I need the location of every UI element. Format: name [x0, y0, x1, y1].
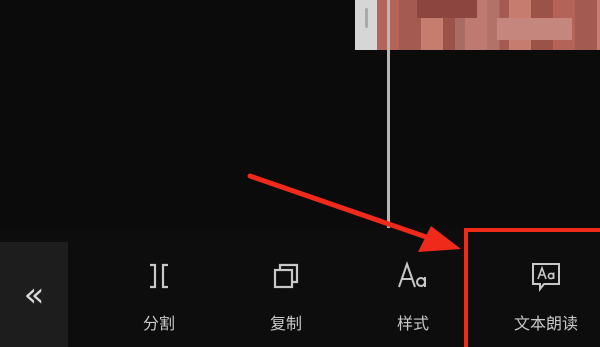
- split-icon: [150, 263, 168, 289]
- timeline-playhead[interactable]: [387, 0, 390, 228]
- split-button[interactable]: 分割: [116, 260, 202, 342]
- timeline-clip[interactable]: [355, 0, 600, 50]
- split-label: 分割: [142, 314, 175, 333]
- copy-button[interactable]: 复制: [243, 260, 329, 342]
- style-label: 样式: [396, 314, 429, 333]
- copy-icon: [273, 263, 299, 289]
- collapse-toolbar-button[interactable]: «: [0, 242, 68, 347]
- style-button[interactable]: 样式: [370, 260, 456, 342]
- highlight-box: [464, 228, 600, 347]
- clip-trim-handle[interactable]: [355, 0, 377, 50]
- double-chevron-left-icon: «: [23, 274, 45, 315]
- clip-thumbnail: [377, 0, 600, 50]
- copy-label: 复制: [269, 314, 302, 333]
- text-style-icon: [398, 260, 426, 288]
